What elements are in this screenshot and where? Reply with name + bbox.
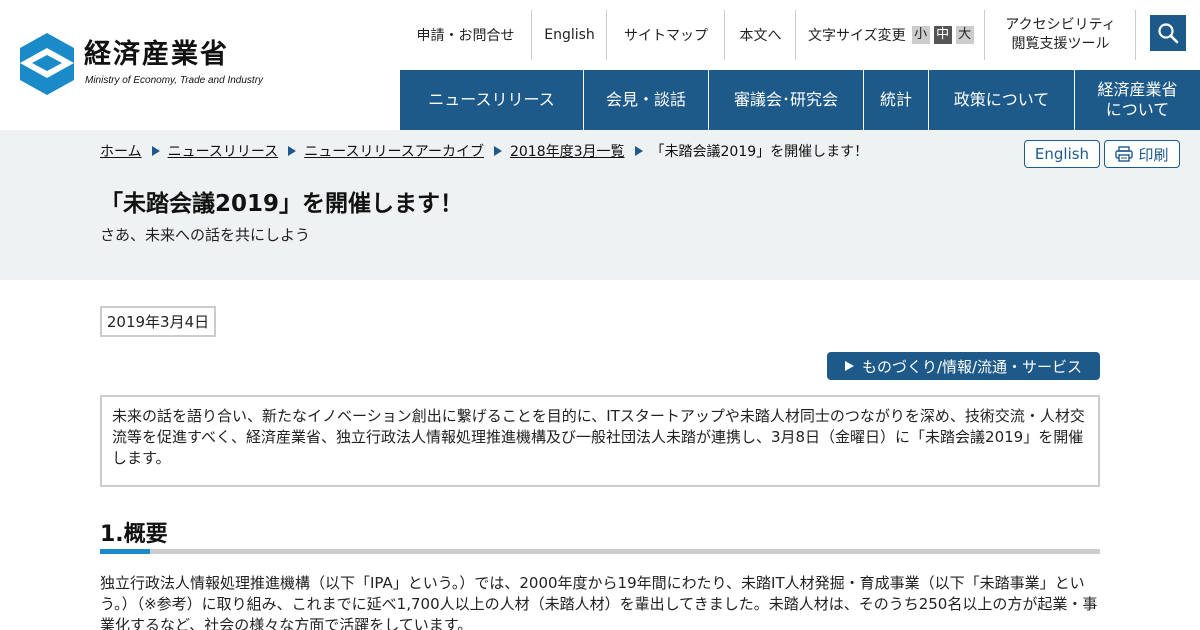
font-size-switcher: 文字サイズ変更 小 中 大 [797,10,985,60]
sitemap-link[interactable]: サイトマップ [608,10,725,60]
category-tag[interactable]: ものづくり/情報/流通・サービス [827,352,1100,380]
contact-link[interactable]: 申請・お問合せ [400,10,532,60]
english-page-button[interactable]: English [1024,140,1100,168]
page-subtitle: さあ、未来への話を共にしよう [100,226,311,244]
logo-name: 経済産業省 [84,39,229,70]
gnav-news-release[interactable]: ニュースリリース [400,70,584,130]
section-heading-accent [100,549,150,554]
gnav-policy[interactable]: 政策について [929,70,1075,130]
font-size-large-button[interactable]: 大 [955,26,974,44]
search-button[interactable] [1150,15,1186,51]
global-nav: ニュースリリース 会見・談話 審議会･研究会 統計 政策について 経済産業省 に… [400,70,1200,130]
breadcrumb-arrow-icon [151,146,160,156]
logo-subtitle: Ministry of Economy, Trade and Industry [85,75,264,86]
search-icon [1158,23,1179,44]
gnav-press-conference[interactable]: 会見・談話 [584,70,709,130]
breadcrumb-current: 「未踏会議2019」を開催します！ [650,144,869,160]
font-size-medium-button[interactable]: 中 [933,26,952,44]
font-size-small-button[interactable]: 小 [911,26,930,44]
section-heading-underline [100,549,1100,554]
breadcrumb: ホーム ニュースリリース ニュースリリースアーカイブ 2018年度3月一覧 「未… [100,141,868,161]
printer-icon [1115,146,1134,162]
meti-logo[interactable]: 経済産業省 Ministry of Economy, Trade and Ind… [20,33,264,97]
gnav-councils[interactable]: 審議会･研究会 [709,70,864,130]
english-link[interactable]: English [533,10,607,60]
section-heading: 1.概要 [100,522,168,547]
gnav-about-meti[interactable]: 経済産業省 について [1075,70,1200,130]
site-header: 経済産業省 Ministry of Economy, Trade and Ind… [0,0,1200,130]
category-label: ものづくり/情報/流通・サービス [861,357,1083,376]
breadcrumb-arrow-icon [634,146,643,156]
meti-logo-mark-icon [20,33,74,95]
accessibility-tool-link[interactable]: アクセシビリティ 閲覧支援ツール [986,10,1136,60]
print-label: 印刷 [1138,145,1169,164]
page-title: 「未踏会議2019」を開催します！ [100,191,464,217]
print-button[interactable]: 印刷 [1104,140,1180,168]
release-date: 2019年3月4日 [100,306,216,337]
lead-summary: 未来の話を語り合い、新たなイノベーション創出に繋げることを目的に、ITスタートア… [100,395,1100,487]
section-body: 独立行政法人情報処理推進機構（以下「IPA」という。）では、2000年度から19… [100,574,1098,630]
breadcrumb-home[interactable]: ホーム [100,141,142,161]
skip-to-content-link[interactable]: 本文へ [726,10,796,60]
accessibility-label-2: 閲覧支援ツール [1011,36,1110,52]
breadcrumb-arrow-icon [288,146,297,156]
breadcrumb-arrow-icon [493,146,502,156]
breadcrumb-news-release[interactable]: ニュースリリース [168,141,279,161]
breadcrumb-month-list[interactable]: 2018年度3月一覧 [510,141,625,161]
breadcrumb-archive[interactable]: ニュースリリースアーカイブ [304,141,484,161]
title-band: ホーム ニュースリリース ニュースリリースアーカイブ 2018年度3月一覧 「未… [0,130,1200,280]
play-arrow-icon [844,361,854,371]
gnav-statistics[interactable]: 統計 [864,70,929,130]
font-size-label: 文字サイズ変更 [808,28,906,44]
accessibility-label-1: アクセシビリティ [1005,17,1116,33]
